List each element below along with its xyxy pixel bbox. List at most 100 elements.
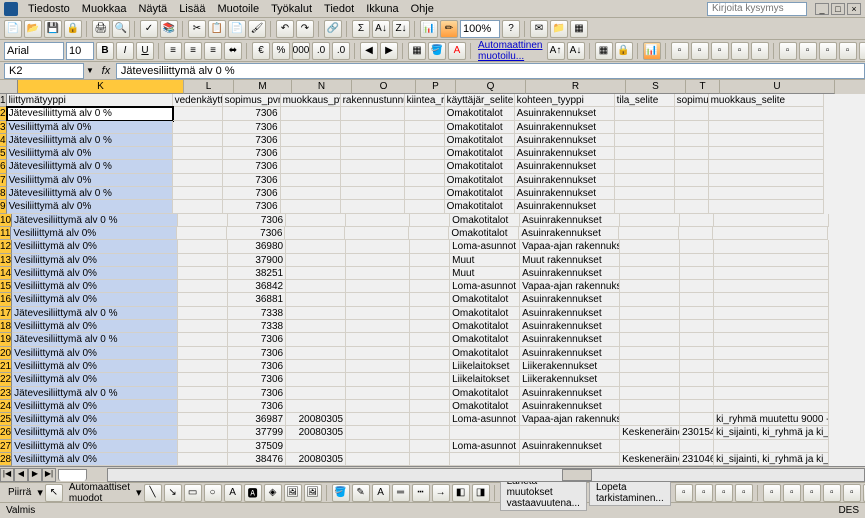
cell[interactable]: sopimus_pvm xyxy=(223,94,281,107)
cell[interactable]: 7306 xyxy=(223,121,281,134)
cell[interactable] xyxy=(178,373,228,386)
cell[interactable] xyxy=(346,240,410,253)
cell[interactable]: Vesiliittymä alv 0% xyxy=(12,320,178,333)
menu-edit[interactable]: Muokkaa xyxy=(76,1,133,17)
merge-icon[interactable]: ⬌ xyxy=(224,42,242,60)
cell[interactable] xyxy=(410,267,450,280)
cell[interactable]: Vapaa-ajan rakennukset xyxy=(520,413,620,426)
cell[interactable] xyxy=(675,160,709,173)
cell[interactable] xyxy=(178,254,228,267)
cell[interactable]: Asuinrakennukset xyxy=(520,347,620,360)
cell[interactable] xyxy=(177,227,227,240)
cell[interactable] xyxy=(620,333,680,346)
diagram-icon[interactable]: ◈ xyxy=(264,484,282,502)
cell[interactable]: 7306 xyxy=(228,400,286,413)
cell[interactable] xyxy=(410,400,450,413)
cell[interactable]: Omakotitalot xyxy=(445,107,515,120)
name-box-dropdown-icon[interactable]: ▼ xyxy=(84,66,96,75)
misc10-icon[interactable]: ▫ xyxy=(859,42,865,60)
cell[interactable] xyxy=(178,333,228,346)
cell[interactable] xyxy=(173,200,223,213)
cell[interactable] xyxy=(286,320,346,333)
clipart-icon[interactable]: 🖼 xyxy=(284,484,302,502)
zoom-input[interactable] xyxy=(460,20,500,38)
cell[interactable] xyxy=(346,400,410,413)
cell[interactable]: Vesiliittymä alv 0% xyxy=(12,293,178,306)
cell[interactable] xyxy=(178,347,228,360)
cell[interactable] xyxy=(178,214,228,227)
cell[interactable]: Vesiliittymä alv 0% xyxy=(12,413,178,426)
cell[interactable] xyxy=(178,440,228,453)
cell[interactable] xyxy=(346,214,410,227)
permission-icon[interactable]: 🔒 xyxy=(64,20,82,38)
row-header-24[interactable]: 24 xyxy=(0,400,12,413)
menu-file[interactable]: Tiedosto xyxy=(22,1,76,17)
misc8-icon[interactable]: ▫ xyxy=(819,42,837,60)
cell[interactable] xyxy=(409,227,449,240)
cell[interactable] xyxy=(675,200,709,213)
cell[interactable] xyxy=(341,121,405,134)
cell[interactable]: Asuinrakennukset xyxy=(515,160,615,173)
cell[interactable] xyxy=(410,413,450,426)
cell[interactable]: muokkaus_selite xyxy=(709,94,824,107)
cell[interactable] xyxy=(520,453,620,466)
cell[interactable] xyxy=(680,373,714,386)
cell[interactable] xyxy=(346,413,410,426)
cell[interactable]: Vesiliittymä alv 0% xyxy=(12,440,178,453)
cell[interactable] xyxy=(410,293,450,306)
row-header-21[interactable]: 21 xyxy=(0,360,12,373)
cell[interactable] xyxy=(714,307,829,320)
cell[interactable]: 7306 xyxy=(228,333,286,346)
cell[interactable] xyxy=(173,147,223,160)
picture-icon[interactable]: 🖼 xyxy=(304,484,322,502)
cell[interactable]: Liikelaitokset xyxy=(450,360,520,373)
cell[interactable]: 36980 xyxy=(228,240,286,253)
cell[interactable] xyxy=(620,347,680,360)
cell[interactable] xyxy=(346,254,410,267)
cell[interactable] xyxy=(615,187,675,200)
cell[interactable]: Muut rakennukset xyxy=(520,254,620,267)
underline-icon[interactable]: U xyxy=(136,42,154,60)
cell[interactable]: vedenkäyttö xyxy=(173,94,223,107)
cell[interactable]: Loma-asunnot xyxy=(450,440,520,453)
cell[interactable] xyxy=(341,187,405,200)
cell[interactable]: Jätevesiliittymä alv 0 % xyxy=(12,307,178,320)
cell[interactable] xyxy=(709,121,824,134)
cell[interactable] xyxy=(714,280,829,293)
cell[interactable] xyxy=(410,240,450,253)
cell[interactable]: rakennustunnus xyxy=(341,94,405,107)
decimal-dec-icon[interactable]: .0 xyxy=(332,42,350,60)
cell[interactable] xyxy=(341,134,405,147)
cell[interactable] xyxy=(178,426,228,439)
cell[interactable]: 7306 xyxy=(223,160,281,173)
cell[interactable] xyxy=(346,426,410,439)
menu-window[interactable]: Ikkuna xyxy=(360,1,404,17)
cell[interactable] xyxy=(286,214,346,227)
indent-dec-icon[interactable]: ◀ xyxy=(360,42,378,60)
cell[interactable] xyxy=(709,200,824,213)
cell[interactable]: Asuinrakennukset xyxy=(520,214,620,227)
cell[interactable] xyxy=(714,373,829,386)
cell[interactable]: Asuinrakennukset xyxy=(515,187,615,200)
cell[interactable] xyxy=(410,453,450,466)
cell[interactable] xyxy=(178,400,228,413)
cell[interactable]: Omakotitalot xyxy=(450,293,520,306)
cell[interactable]: Omakotitalot xyxy=(450,333,520,346)
cell[interactable] xyxy=(346,360,410,373)
cell[interactable] xyxy=(410,360,450,373)
table-icon[interactable]: ▦ xyxy=(570,20,588,38)
cell[interactable]: Jätevesiliittymä alv 0 % xyxy=(12,387,178,400)
row-header-16[interactable]: 16 xyxy=(0,293,12,306)
row-header-28[interactable]: 28 xyxy=(0,453,12,466)
cell[interactable] xyxy=(346,453,410,466)
cell[interactable]: Jätevesiliittymä alv 0 % xyxy=(7,107,173,120)
cell[interactable] xyxy=(286,360,346,373)
cell[interactable] xyxy=(346,307,410,320)
paste-icon[interactable]: 📄 xyxy=(228,20,246,38)
cell[interactable] xyxy=(410,426,450,439)
cell[interactable] xyxy=(173,187,223,200)
menu-help[interactable]: Ohje xyxy=(405,1,440,17)
cell[interactable] xyxy=(620,440,680,453)
cell[interactable]: Omakotitalot xyxy=(450,400,520,413)
cell[interactable]: Liikerakennukset xyxy=(520,373,620,386)
